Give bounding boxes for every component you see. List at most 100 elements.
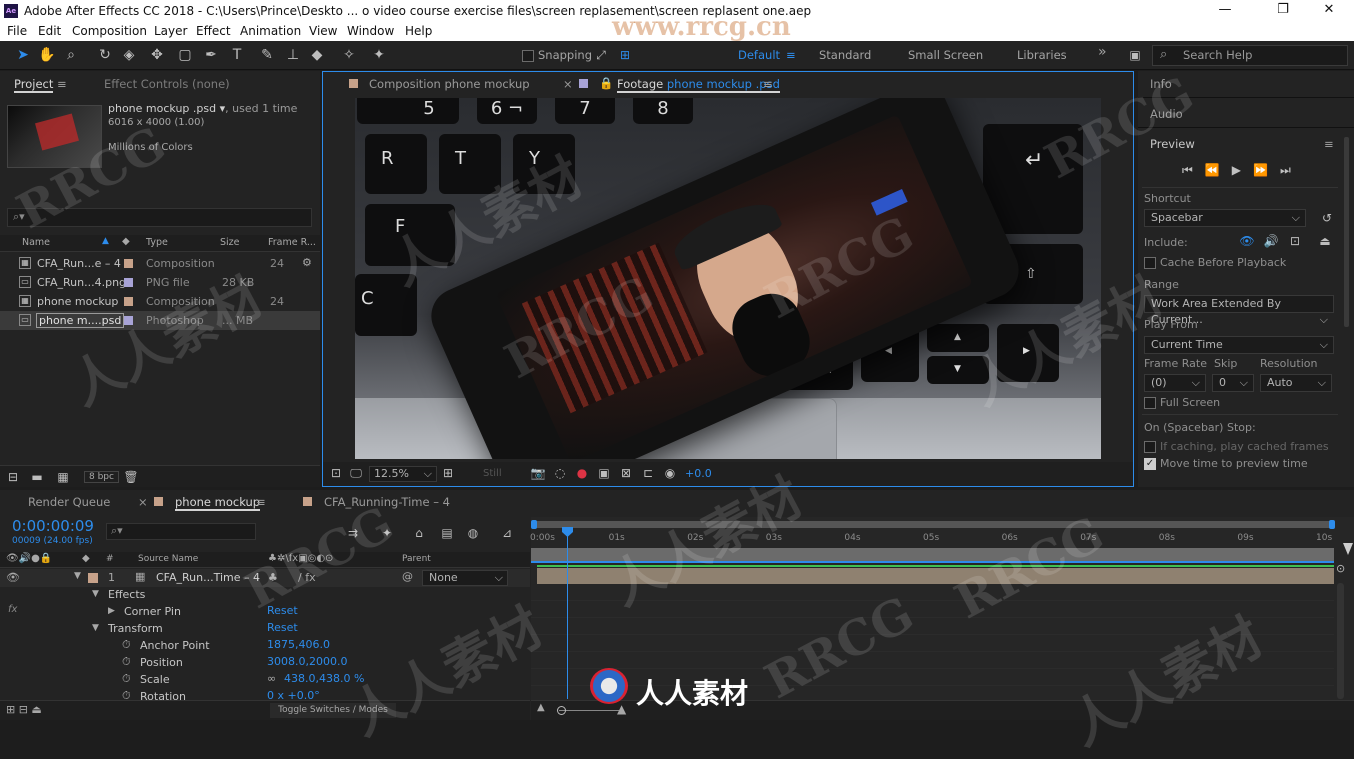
pen-tool-icon[interactable]: ✒ bbox=[202, 46, 220, 64]
navigator-end-handle[interactable] bbox=[1329, 520, 1335, 529]
expand-effects-icon[interactable]: ▼ bbox=[92, 589, 99, 599]
timeline-search-input[interactable]: ⌕▾ bbox=[106, 523, 256, 540]
corner-pin-reset[interactable]: Reset bbox=[267, 604, 298, 617]
menu-effect[interactable]: Effect bbox=[196, 24, 231, 38]
show-snapshot-icon[interactable]: ◌ bbox=[551, 464, 569, 482]
tab-project[interactable]: Project bbox=[14, 77, 54, 93]
menu-file[interactable]: File bbox=[7, 24, 27, 38]
composition-mini-flowchart-icon[interactable]: ⇉ bbox=[344, 524, 362, 542]
reset-exposure-icon[interactable]: ◉ bbox=[661, 464, 679, 482]
expand-corner-pin-icon[interactable]: ▶ bbox=[108, 606, 115, 616]
trash-icon[interactable]: 🗑 bbox=[122, 468, 140, 486]
pan-behind-tool-icon[interactable]: ✥ bbox=[148, 46, 166, 64]
video-visibility-eye-icon[interactable]: 👁 bbox=[6, 571, 20, 584]
project-list-item[interactable]: ▦ CFA_Run...e – 4 Composition 24 ⚙ bbox=[0, 254, 320, 273]
close-tab-icon[interactable]: × bbox=[563, 77, 573, 91]
snapping-checkbox[interactable] bbox=[522, 50, 534, 62]
col-source-name[interactable]: Source Name bbox=[138, 554, 198, 564]
workspaces-overflow-button[interactable]: » bbox=[1098, 44, 1107, 60]
stopwatch-icon[interactable]: ⏱ bbox=[122, 638, 131, 652]
resolution-dropdown[interactable]: Auto ⌵ bbox=[1260, 374, 1332, 392]
skip-dropdown[interactable]: 0 ⌵ bbox=[1212, 374, 1254, 392]
transform-group-label[interactable]: Transform bbox=[108, 622, 163, 635]
item-label-color[interactable] bbox=[124, 297, 133, 306]
previous-frame-icon[interactable]: ⏪ bbox=[1205, 163, 1232, 177]
include-overlays-icon[interactable]: ⊡ bbox=[1286, 232, 1304, 250]
tab-phone-mockup[interactable]: phone mockup bbox=[175, 495, 261, 511]
timeline-scrollbar[interactable] bbox=[1337, 583, 1344, 699]
project-list-item[interactable]: ▭ CFA_Run...4.png PNG file 28 KB bbox=[0, 273, 320, 292]
camera-tool-icon[interactable]: ◈ bbox=[120, 46, 138, 64]
audio-panel-header[interactable]: Audio bbox=[1150, 107, 1183, 121]
footer-toggle-icons[interactable]: ⊞ ⊟ ⏏ bbox=[6, 703, 42, 716]
move-time-checkbox[interactable]: ✓ bbox=[1144, 458, 1156, 470]
stopwatch-icon[interactable]: ⏱ bbox=[122, 655, 131, 669]
panel-menu-icon[interactable]: ≡ bbox=[763, 77, 773, 91]
quality-switch-icon[interactable]: / fx bbox=[298, 571, 316, 584]
stopwatch-icon[interactable]: ⏱ bbox=[122, 672, 131, 686]
cache-before-playback-checkbox[interactable] bbox=[1144, 257, 1156, 269]
collapse-switch-icon[interactable]: ♣ bbox=[268, 571, 278, 584]
frame-blending-icon[interactable]: ▤ bbox=[438, 524, 456, 542]
tab-render-queue[interactable]: Render Queue bbox=[28, 495, 110, 509]
interpret-footage-icon[interactable]: ⊟ bbox=[4, 468, 22, 486]
item-label-color[interactable] bbox=[124, 316, 133, 325]
anchor-point-value[interactable]: 1875,406.0 bbox=[267, 638, 330, 651]
pick-whip-icon[interactable]: @ bbox=[402, 570, 413, 583]
include-video-eye-icon[interactable]: 👁 bbox=[1238, 232, 1256, 250]
current-time-indicator[interactable] bbox=[562, 527, 573, 537]
selection-tool-icon[interactable]: ➤ bbox=[14, 46, 32, 64]
zoom-in-icon[interactable]: ▲ bbox=[617, 702, 626, 716]
new-composition-icon[interactable]: ▦ bbox=[54, 468, 72, 486]
view-options-icon[interactable]: ⊏ bbox=[639, 464, 657, 482]
external-video-icon[interactable]: ⏏ bbox=[1316, 232, 1334, 250]
full-screen-checkbox[interactable] bbox=[1144, 397, 1156, 409]
comp-button-icon[interactable]: ⊙ bbox=[1336, 562, 1348, 576]
minimize-button[interactable]: — bbox=[1210, 2, 1240, 17]
flowchart-icon[interactable]: ⚙ bbox=[302, 256, 312, 269]
zoom-slider-track[interactable] bbox=[559, 710, 619, 711]
menu-edit[interactable]: Edit bbox=[38, 24, 61, 38]
work-area-bar[interactable] bbox=[531, 548, 1334, 561]
eraser-tool-icon[interactable]: ◆ bbox=[308, 46, 326, 64]
tab-cfa-running-time[interactable]: CFA_Running-Time – 4 bbox=[324, 495, 450, 509]
new-folder-icon[interactable]: ▬ bbox=[28, 468, 46, 486]
menu-help[interactable]: Help bbox=[405, 24, 432, 38]
expand-layer-icon[interactable]: ▼ bbox=[74, 571, 81, 581]
graph-editor-icon[interactable]: ⊿ bbox=[498, 524, 516, 542]
range-dropdown[interactable]: Work Area Extended By Current... ⌵ bbox=[1144, 295, 1334, 326]
col-type[interactable]: Type bbox=[146, 237, 168, 248]
hand-tool-icon[interactable]: ✋ bbox=[38, 46, 56, 64]
info-panel-header[interactable]: Info bbox=[1150, 77, 1172, 91]
draft-3d-icon[interactable]: ✦ bbox=[378, 524, 396, 542]
workspace-default[interactable]: Default bbox=[738, 48, 780, 62]
workspace-menu-icon[interactable]: ≡ bbox=[786, 48, 796, 62]
snapshot-camera-icon[interactable]: 📷 bbox=[529, 464, 547, 482]
workspace-small-screen[interactable]: Small Screen bbox=[908, 48, 983, 62]
item-label-color[interactable] bbox=[124, 259, 133, 268]
tab-footage[interactable]: Footage phone mockup .psd bbox=[617, 77, 780, 93]
layer-name[interactable]: CFA_Run...Time – 4 bbox=[156, 571, 260, 584]
last-frame-icon[interactable]: ⏭ bbox=[1280, 163, 1303, 177]
parent-dropdown[interactable]: None ⌵ bbox=[422, 570, 508, 586]
panel-menu-icon[interactable]: ≡ bbox=[256, 495, 266, 509]
rotate-tool-icon[interactable]: ↻ bbox=[96, 46, 114, 64]
navigator-start-handle[interactable] bbox=[531, 520, 537, 529]
color-channels-icon[interactable]: ● bbox=[573, 464, 591, 482]
menu-animation[interactable]: Animation bbox=[240, 24, 301, 38]
snap-edges-icon[interactable]: ⤢ bbox=[592, 46, 610, 64]
zoom-slider-thumb[interactable] bbox=[557, 706, 566, 715]
item-label-color[interactable] bbox=[124, 278, 133, 287]
search-help-input[interactable]: Search Help bbox=[1152, 45, 1348, 66]
reset-shortcut-icon[interactable]: ↺ bbox=[1318, 209, 1336, 227]
menu-layer[interactable]: Layer bbox=[154, 24, 187, 38]
preview-panel-header[interactable]: Preview bbox=[1150, 137, 1195, 151]
lock-icon[interactable]: 🔒 bbox=[599, 76, 613, 90]
project-search-input[interactable]: ⌕▾ bbox=[7, 208, 312, 227]
shy-layers-icon[interactable]: ⌂ bbox=[410, 524, 428, 542]
toggle-switches-modes-button[interactable]: Toggle Switches / Modes bbox=[270, 703, 396, 718]
close-button[interactable]: ✕ bbox=[1314, 2, 1344, 17]
always-preview-icon[interactable]: ⊡ bbox=[327, 464, 345, 482]
close-tab-icon[interactable]: × bbox=[138, 495, 148, 509]
workspace-panel-icon[interactable]: ▣ bbox=[1126, 46, 1144, 64]
